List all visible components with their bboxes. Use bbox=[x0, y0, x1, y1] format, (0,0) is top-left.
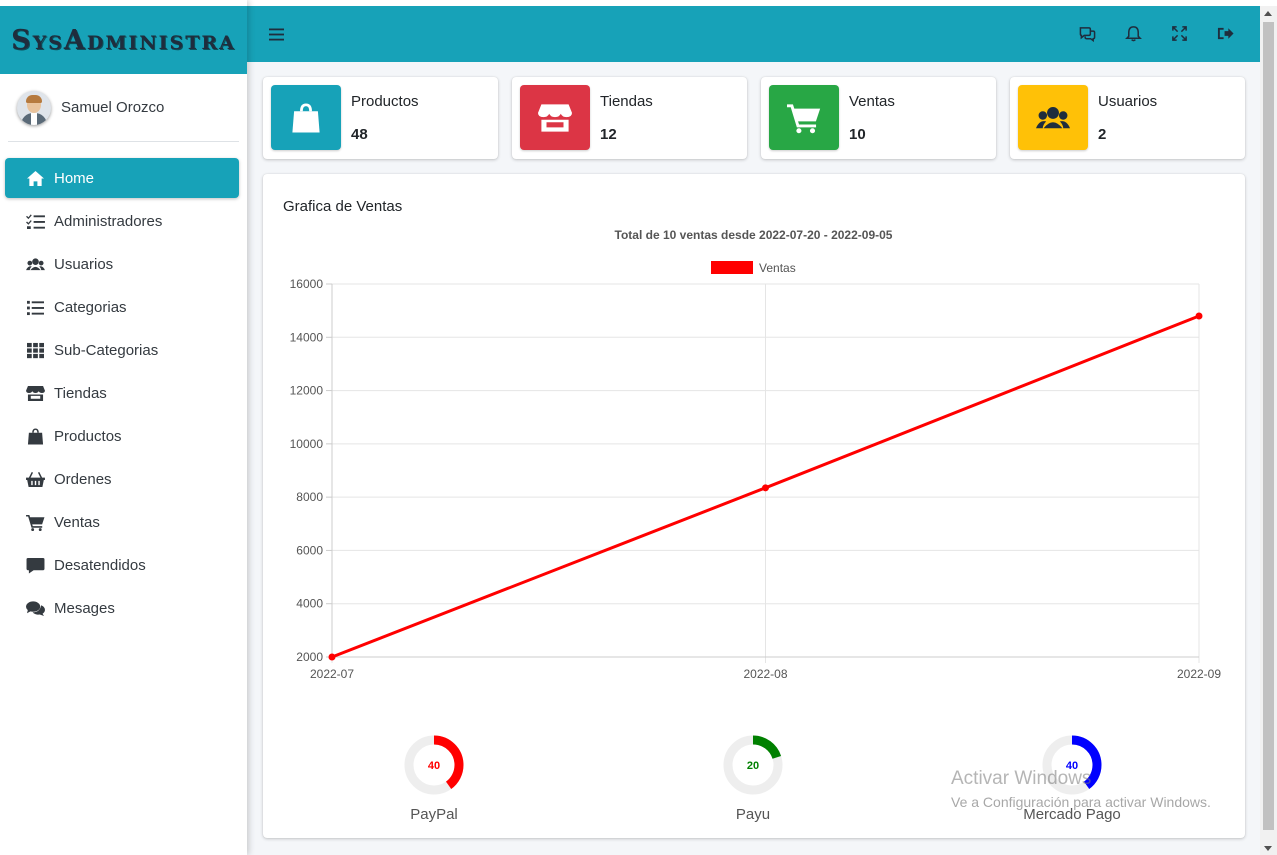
donut-label: PayPal bbox=[410, 806, 458, 823]
sidebar-item-administradores[interactable]: Administradores bbox=[5, 201, 239, 241]
sidebar-item-label: Ventas bbox=[54, 513, 100, 531]
chart-title: Total de 10 ventas desde 2022-07-20 - 20… bbox=[615, 228, 893, 242]
watermark-subtitle: Ve a Configuración para activar Windows. bbox=[951, 794, 1211, 810]
grid-icon bbox=[25, 341, 45, 359]
brand-logo[interactable]: SysAdministra bbox=[0, 0, 247, 74]
y-tick-label: 16000 bbox=[290, 277, 324, 291]
legend-label: Ventas bbox=[759, 261, 796, 275]
donut-label: Payu bbox=[735, 806, 771, 823]
y-tick-label: 10000 bbox=[290, 437, 324, 451]
sidebar-item-home[interactable]: Home bbox=[5, 158, 239, 198]
sidebar-item-label: Home bbox=[54, 169, 95, 187]
brand-title: SysAdministra bbox=[11, 24, 236, 56]
sidebar-item-label: Ordenes bbox=[54, 470, 112, 488]
sidebar-item-tiendas[interactable]: Tiendas bbox=[5, 373, 239, 413]
legend-swatch bbox=[711, 261, 753, 274]
x-tick-label: 2022-07 bbox=[310, 667, 354, 681]
comment-icon bbox=[25, 556, 45, 574]
sidebar-item-sub-categorias[interactable]: Sub-Categorias bbox=[5, 330, 239, 370]
donut-payu: 20 bbox=[722, 734, 784, 801]
avatar bbox=[17, 90, 51, 125]
user-panel[interactable]: Samuel Orozco bbox=[8, 74, 239, 142]
y-tick-label: 12000 bbox=[290, 384, 324, 398]
basket-icon bbox=[25, 470, 45, 488]
y-tick-label: 2000 bbox=[296, 650, 323, 664]
user-name[interactable]: Samuel Orozco bbox=[61, 99, 164, 116]
sidebar-item-usuarios[interactable]: Usuarios bbox=[5, 244, 239, 284]
comments-icon bbox=[25, 599, 45, 617]
watermark-title: Activar Windows bbox=[951, 768, 1092, 789]
sidebar-item-desatendidos[interactable]: Desatendidos bbox=[5, 545, 239, 585]
sidebar-item-ventas[interactable]: Ventas bbox=[5, 502, 239, 542]
donut-value: 40 bbox=[428, 760, 440, 772]
sidebar-item-ordenes[interactable]: Ordenes bbox=[5, 459, 239, 499]
list-icon bbox=[25, 298, 45, 316]
sidebar: SysAdministra Samuel Orozco Home Adminis… bbox=[0, 0, 247, 855]
y-tick-label: 14000 bbox=[290, 330, 324, 344]
shopping-bag-icon bbox=[25, 427, 45, 445]
x-tick-label: 2022-09 bbox=[1177, 667, 1221, 681]
y-tick-label: 6000 bbox=[296, 543, 323, 557]
sidebar-item-label: Sub-Categorias bbox=[54, 341, 159, 359]
data-point bbox=[762, 484, 769, 492]
sidebar-item-label: Productos bbox=[54, 427, 122, 445]
sidebar-item-label: Desatendidos bbox=[54, 556, 146, 574]
data-point bbox=[328, 653, 336, 661]
sidebar-item-label: Administradores bbox=[54, 212, 163, 230]
sidebar-item-mesages[interactable]: Mesages bbox=[5, 588, 239, 628]
sidebar-item-label: Usuarios bbox=[54, 255, 114, 273]
sidebar-nav: Home Administradores Usuarios Categorias… bbox=[0, 158, 247, 628]
data-point bbox=[1195, 312, 1203, 320]
home-icon bbox=[25, 169, 45, 187]
sidebar-item-label: Mesages bbox=[54, 599, 115, 617]
sidebar-item-label: Categorias bbox=[54, 298, 127, 316]
x-tick-label: 2022-08 bbox=[743, 667, 787, 681]
sidebar-item-categorias[interactable]: Categorias bbox=[5, 287, 239, 327]
donut-paypal: 40 bbox=[403, 734, 465, 801]
tasks-icon bbox=[25, 212, 45, 230]
donut-value: 20 bbox=[747, 760, 759, 772]
sidebar-item-label: Tiendas bbox=[54, 384, 107, 402]
users-icon bbox=[25, 255, 45, 273]
cart-icon bbox=[25, 513, 45, 531]
store-icon bbox=[25, 384, 45, 402]
sidebar-item-productos[interactable]: Productos bbox=[5, 416, 239, 456]
y-tick-label: 8000 bbox=[296, 490, 323, 504]
y-tick-label: 4000 bbox=[296, 597, 323, 611]
